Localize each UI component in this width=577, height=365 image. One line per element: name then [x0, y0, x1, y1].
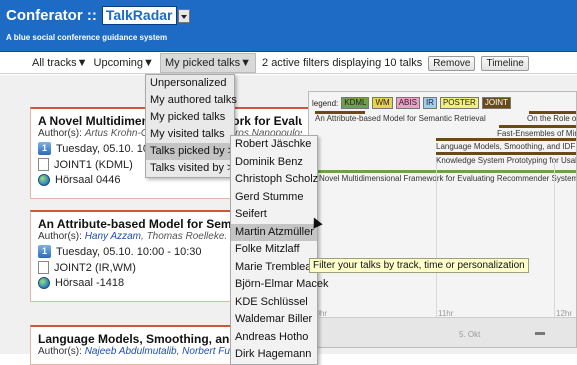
globe-icon [38, 277, 50, 289]
app-header: Conferator :: TalkRadar A blue social co… [0, 0, 577, 52]
authors-label: Author(s): [38, 346, 82, 357]
legend-joint: JOINT [481, 97, 511, 109]
filter-status: 2 active filters displaying 10 talks [262, 57, 423, 69]
conference-dropdown-icon[interactable] [177, 8, 190, 23]
authors-label: Author(s): [38, 128, 82, 139]
talk-room: Hörsaal -1418 [55, 277, 125, 289]
personalization-menu: Unpersonalized My authored talks My pick… [145, 74, 241, 178]
legend-abis: ABIS [395, 97, 420, 109]
calendar-icon: 1 [38, 142, 51, 155]
talk-time: Tuesday, 05.10. 10:00 - 10:30 [56, 245, 202, 258]
timeline-legend: legend: KDML WM ABIS IR POSTER JOINT [312, 97, 511, 109]
my-picked-filter[interactable]: My picked talks▼ [159, 53, 257, 73]
legend-wm: WM [372, 97, 393, 109]
submenu-person[interactable]: Björn-Elmar Macek [231, 276, 329, 294]
app-title: Conferator :: TalkRadar [6, 6, 190, 25]
menu-item-unpersonalized[interactable]: Unpersonalized [146, 75, 234, 92]
submenu-person[interactable]: Robert Jäschke [231, 136, 317, 154]
menu-item-my-picked[interactable]: My picked talks [146, 109, 234, 126]
submenu-person[interactable]: Folke Mitzlaff [231, 241, 317, 259]
globe-icon [38, 174, 50, 186]
timeline-overview[interactable]: 5. Okt [309, 317, 576, 347]
document-icon [38, 158, 49, 171]
menu-item-my-visited[interactable]: My visited talks [146, 126, 234, 143]
menu-item-talks-picked-by[interactable]: Talks picked by >> [146, 143, 241, 160]
submenu-person[interactable]: Gerd Stumme [231, 189, 317, 207]
timeline-button[interactable]: Timeline [481, 55, 529, 71]
timeline-gridline [436, 162, 437, 342]
app-title-prefix: Conferator :: [6, 7, 97, 24]
submenu-person[interactable]: Dominik Benz [231, 154, 317, 172]
remove-button[interactable]: Remove [428, 55, 476, 71]
author-names: Najeeb Abdulmutalib, Norbert Fuhr [84, 346, 239, 357]
filter-bar: All tracks▼ Upcoming▼ My picked talks▼ 2… [0, 53, 577, 74]
timeline-overview-label: 5. Okt [459, 330, 481, 339]
submenu-person[interactable]: Andreas Hotho [231, 329, 317, 347]
submenu-person[interactable]: Christoph Scholz [231, 171, 318, 189]
legend-ir: IR [422, 97, 437, 109]
timeline-entry[interactable]: Fast-Ensembles of Minin [497, 129, 576, 138]
talk-track: JOINT2 (IR,WM) [54, 261, 136, 274]
timeline-bar[interactable] [309, 170, 576, 173]
calendar-icon: 1 [38, 245, 51, 258]
timeline-entry[interactable]: On the Role of [527, 114, 576, 123]
legend-kdml: KDML [341, 97, 370, 109]
menu-item-my-authored[interactable]: My authored talks [146, 92, 237, 109]
timeline-panel[interactable]: legend: KDML WM ABIS IR POSTER JOINT An … [308, 91, 577, 348]
author-name: Thomas Roelleke. [146, 231, 228, 242]
conference-selector[interactable]: TalkRadar [101, 6, 177, 25]
submenu-person[interactable]: Waldemar Biller [231, 311, 317, 329]
submenu-person[interactable]: KDE Schlüssel [231, 294, 317, 312]
app-subtitle: A blue social conference guidance system [6, 33, 168, 42]
talk-room: Hörsaal 0446 [55, 174, 121, 186]
talks-picked-by-submenu: Robert Jäschke Dominik Benz Christoph Sc… [230, 135, 329, 365]
author-link[interactable]: Najeeb Abdulmutalib [85, 346, 177, 357]
submenu-person[interactable]: Dirk Hagemann [231, 346, 317, 364]
timeline-entry[interactable]: Language Models, Smoothing, and IDF W [436, 142, 576, 151]
timeline-entry[interactable]: Novel Multidimensional Framework for Eva… [319, 174, 576, 183]
submenu-person[interactable]: Marie Trembleau [231, 259, 318, 277]
timeline-bar[interactable] [499, 125, 576, 128]
timeline-gridline [554, 162, 555, 342]
all-tracks-filter[interactable]: All tracks▼ [32, 57, 88, 69]
timeline-bar[interactable] [436, 152, 576, 155]
legend-label: legend: [312, 98, 339, 108]
submenu-person[interactable]: Seifert [231, 206, 317, 224]
author-names: Hany Azzam, Thomas Roelleke. [84, 231, 228, 242]
legend-poster: POSTER [439, 97, 479, 109]
submenu-person[interactable]: Martin Atzmüller [231, 223, 317, 241]
filter-tooltip: Filter your talks by track, time or pers… [309, 258, 529, 273]
timeline-overview-marker[interactable] [535, 332, 545, 335]
upcoming-filter[interactable]: Upcoming▼ [94, 57, 154, 69]
document-icon [38, 261, 49, 274]
timeline-bar[interactable] [436, 138, 576, 141]
author-link[interactable]: Hany Azzam [85, 231, 141, 242]
timeline-entry[interactable]: Knowledge System Prototyping for Usabil [436, 156, 576, 165]
menu-item-talks-visited-by[interactable]: Talks visited by >> [146, 160, 240, 177]
timeline-entry[interactable]: An Attribute-based Model for Semantic Re… [315, 114, 486, 123]
authors-label: Author(s): [38, 231, 82, 242]
talk-track: JOINT1 (KDML) [54, 158, 133, 171]
